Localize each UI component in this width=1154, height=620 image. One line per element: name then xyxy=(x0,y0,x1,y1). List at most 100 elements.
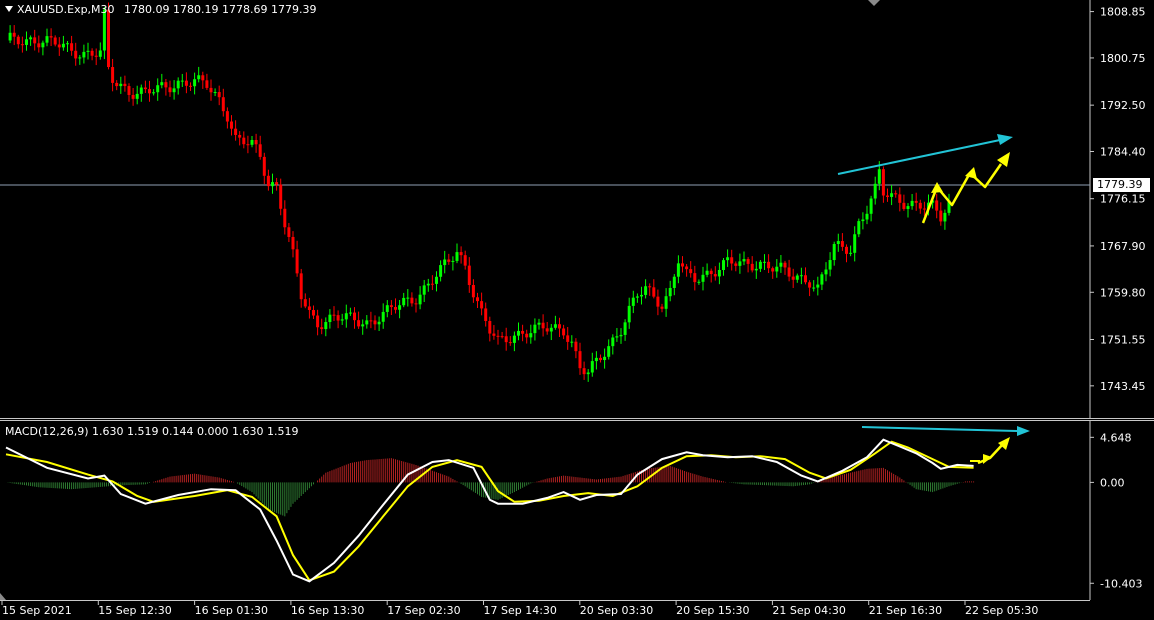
current-price-tag: 1779.39 xyxy=(1093,178,1150,192)
candle-body xyxy=(607,346,611,357)
candle-body xyxy=(857,221,861,235)
candle-body xyxy=(705,270,709,275)
candle-body xyxy=(886,195,889,197)
candle-body xyxy=(553,324,557,328)
candle-body xyxy=(471,285,475,298)
candle-body xyxy=(529,333,533,338)
candle-body xyxy=(160,82,164,86)
candle-body xyxy=(873,183,877,199)
price-tick-label: 1767.90 xyxy=(1100,240,1146,253)
candle-body xyxy=(845,246,848,254)
candle-body xyxy=(139,87,143,94)
candle-body xyxy=(890,193,894,197)
candle-body xyxy=(496,335,500,337)
candle-body xyxy=(463,255,467,266)
candle-body xyxy=(250,139,254,145)
candle-body xyxy=(361,324,365,327)
candle-body xyxy=(914,200,918,203)
candle-body xyxy=(312,310,315,316)
symbol-label: XAUUSD.Exp,M30 xyxy=(17,3,115,16)
candle-body xyxy=(504,336,508,343)
candle-body xyxy=(164,82,168,88)
candle-body xyxy=(394,307,397,310)
candle-body xyxy=(238,134,242,138)
candle-body xyxy=(365,320,369,325)
price-tick-label: 1776.15 xyxy=(1100,193,1146,206)
time-tick-label: 17 Sep 14:30 xyxy=(484,604,557,617)
candle-body xyxy=(910,200,914,207)
candle-body xyxy=(754,268,758,271)
candle-body xyxy=(90,50,94,56)
candle-body xyxy=(840,241,844,247)
candle-body xyxy=(590,361,594,373)
candle-body xyxy=(172,88,176,93)
candle-body xyxy=(578,351,582,369)
candle-body xyxy=(29,37,33,40)
symbol-menu-icon[interactable] xyxy=(5,6,13,12)
candle-body xyxy=(135,93,139,99)
candle-body xyxy=(562,328,566,336)
candle-body xyxy=(480,301,484,309)
candle-body xyxy=(574,341,578,352)
candle-body xyxy=(484,308,488,322)
candle-body xyxy=(566,335,570,342)
candle-body xyxy=(111,67,115,83)
time-tick-label: 16 Sep 13:30 xyxy=(291,604,364,617)
candle-body xyxy=(861,219,865,222)
candle-body xyxy=(57,44,61,48)
candle-body xyxy=(742,259,746,262)
price-tick-label: 1759.80 xyxy=(1100,286,1146,299)
time-tick-label: 20 Sep 03:30 xyxy=(580,604,653,617)
candle-body xyxy=(689,269,693,274)
candle-body xyxy=(717,269,721,277)
candle-body xyxy=(500,336,504,338)
candle-body xyxy=(78,57,82,59)
candle-body xyxy=(816,284,820,288)
candle-body xyxy=(279,184,283,209)
candle-body xyxy=(324,322,328,330)
candle-body xyxy=(70,43,74,51)
chart-root: 1808.85 1800.75 1792.50 1784.40 1776.15 1767.… xyxy=(0,0,1154,620)
candle-body xyxy=(320,327,324,330)
candle-body xyxy=(209,87,213,93)
candle-body xyxy=(898,194,902,203)
candle-body xyxy=(262,156,266,176)
candle-body xyxy=(935,200,939,211)
candle-body xyxy=(234,128,238,135)
candle-body xyxy=(623,322,627,335)
candle-body xyxy=(734,263,738,266)
candle-body xyxy=(16,36,20,45)
candle-body xyxy=(33,37,37,44)
candle-body xyxy=(242,137,246,145)
time-tick-label: 22 Sep 05:30 xyxy=(965,604,1038,617)
candle-body xyxy=(922,208,926,210)
candle-body xyxy=(410,297,414,304)
candle-body xyxy=(709,270,713,275)
candle-body xyxy=(763,261,766,263)
candle-body xyxy=(193,79,197,87)
candle-body xyxy=(631,297,635,306)
candle-body xyxy=(377,321,381,325)
candle-body xyxy=(906,206,910,209)
candle-body xyxy=(287,227,291,237)
candle-body xyxy=(86,50,90,52)
candle-body xyxy=(348,312,352,314)
candle-body xyxy=(648,286,652,288)
candle-body xyxy=(414,303,418,305)
candle-body xyxy=(74,50,78,59)
price-tick-label: 1808.85 xyxy=(1100,6,1146,19)
candle-body xyxy=(357,320,361,327)
candle-body xyxy=(541,322,545,329)
macd-tick-label: 4.648 xyxy=(1100,431,1132,444)
candle-body xyxy=(599,357,602,361)
candle-body xyxy=(894,193,898,195)
candle-body xyxy=(443,259,447,266)
candle-body xyxy=(767,261,771,269)
candle-body xyxy=(738,261,742,266)
candle-body xyxy=(594,357,598,362)
candle-body xyxy=(344,313,348,320)
candle-body xyxy=(94,55,98,57)
candle-body xyxy=(558,324,561,329)
candle-body xyxy=(693,273,697,283)
candle-body xyxy=(283,208,287,228)
